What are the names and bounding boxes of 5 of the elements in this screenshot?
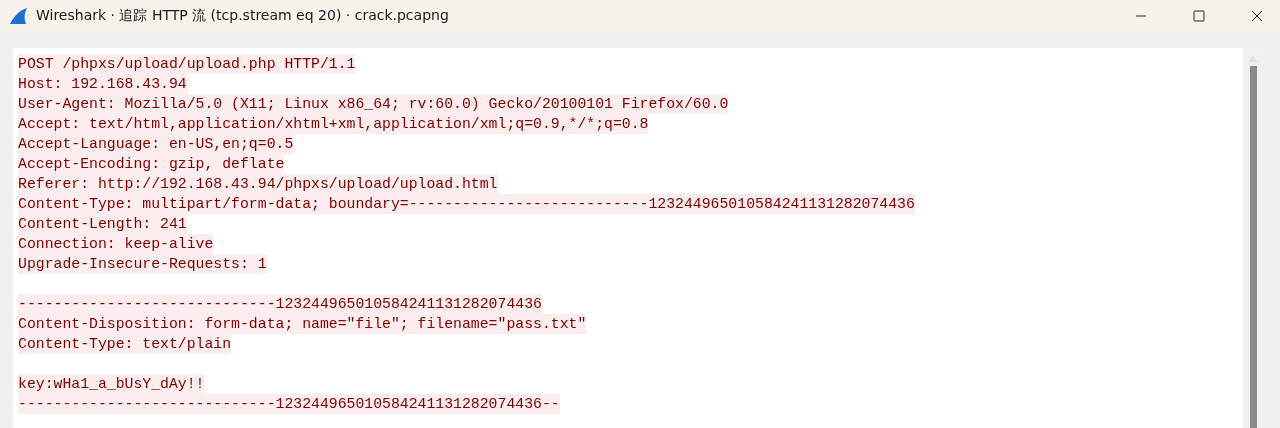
close-icon	[1251, 10, 1263, 22]
maximize-icon	[1193, 10, 1205, 22]
window-title: Wireshark · 追踪 HTTP 流 (tcp.stream eq 20) · crack.pcapng	[36, 7, 450, 25]
scrollbar-thumb[interactable]	[1249, 66, 1257, 428]
shark-fin-icon	[8, 6, 28, 26]
